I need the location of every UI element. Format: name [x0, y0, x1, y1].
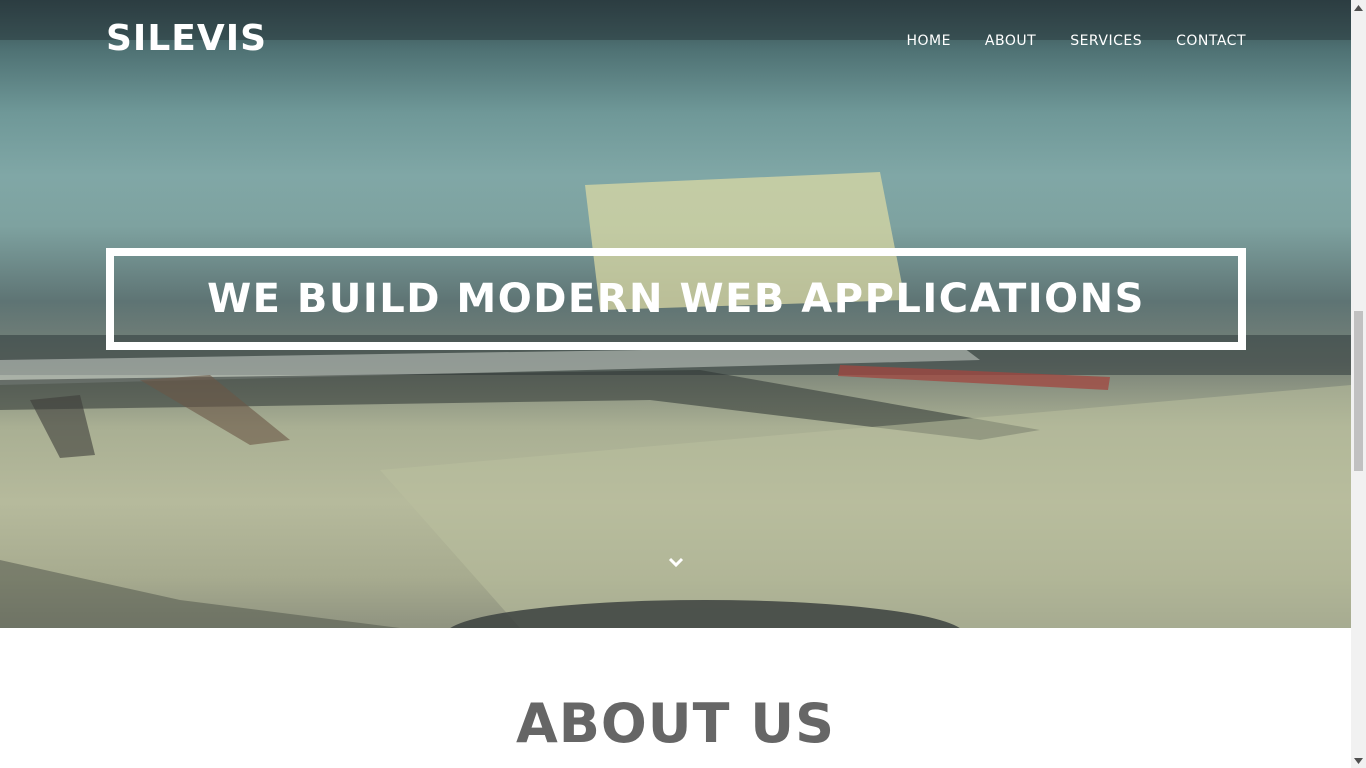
scrollbar-thumb[interactable] — [1354, 311, 1363, 471]
scroll-up-arrow-icon[interactable] — [1351, 0, 1366, 15]
scroll-down-arrow-icon[interactable] — [1351, 753, 1366, 768]
nav-item-services[interactable]: SERVICES — [1070, 33, 1142, 49]
nav-item-about[interactable]: ABOUT — [985, 33, 1036, 49]
hero-headline: WE BUILD MODERN WEB APPLICATIONS — [207, 276, 1145, 322]
about-section-title: ABOUT US — [515, 692, 836, 755]
nav-item-home[interactable]: HOME — [906, 33, 950, 49]
nav-item-contact[interactable]: CONTACT — [1176, 33, 1246, 49]
vertical-scrollbar[interactable] — [1351, 0, 1366, 768]
chevron-down-icon[interactable] — [666, 554, 686, 570]
page: SILEVIS HOME ABOUT SERVICES CONTACT WE B… — [0, 0, 1351, 768]
site-logo[interactable]: SILEVIS — [106, 18, 267, 59]
main-nav: HOME ABOUT SERVICES CONTACT — [906, 33, 1246, 49]
headline-frame: WE BUILD MODERN WEB APPLICATIONS — [106, 248, 1246, 350]
hero-section: SILEVIS HOME ABOUT SERVICES CONTACT WE B… — [0, 0, 1351, 628]
